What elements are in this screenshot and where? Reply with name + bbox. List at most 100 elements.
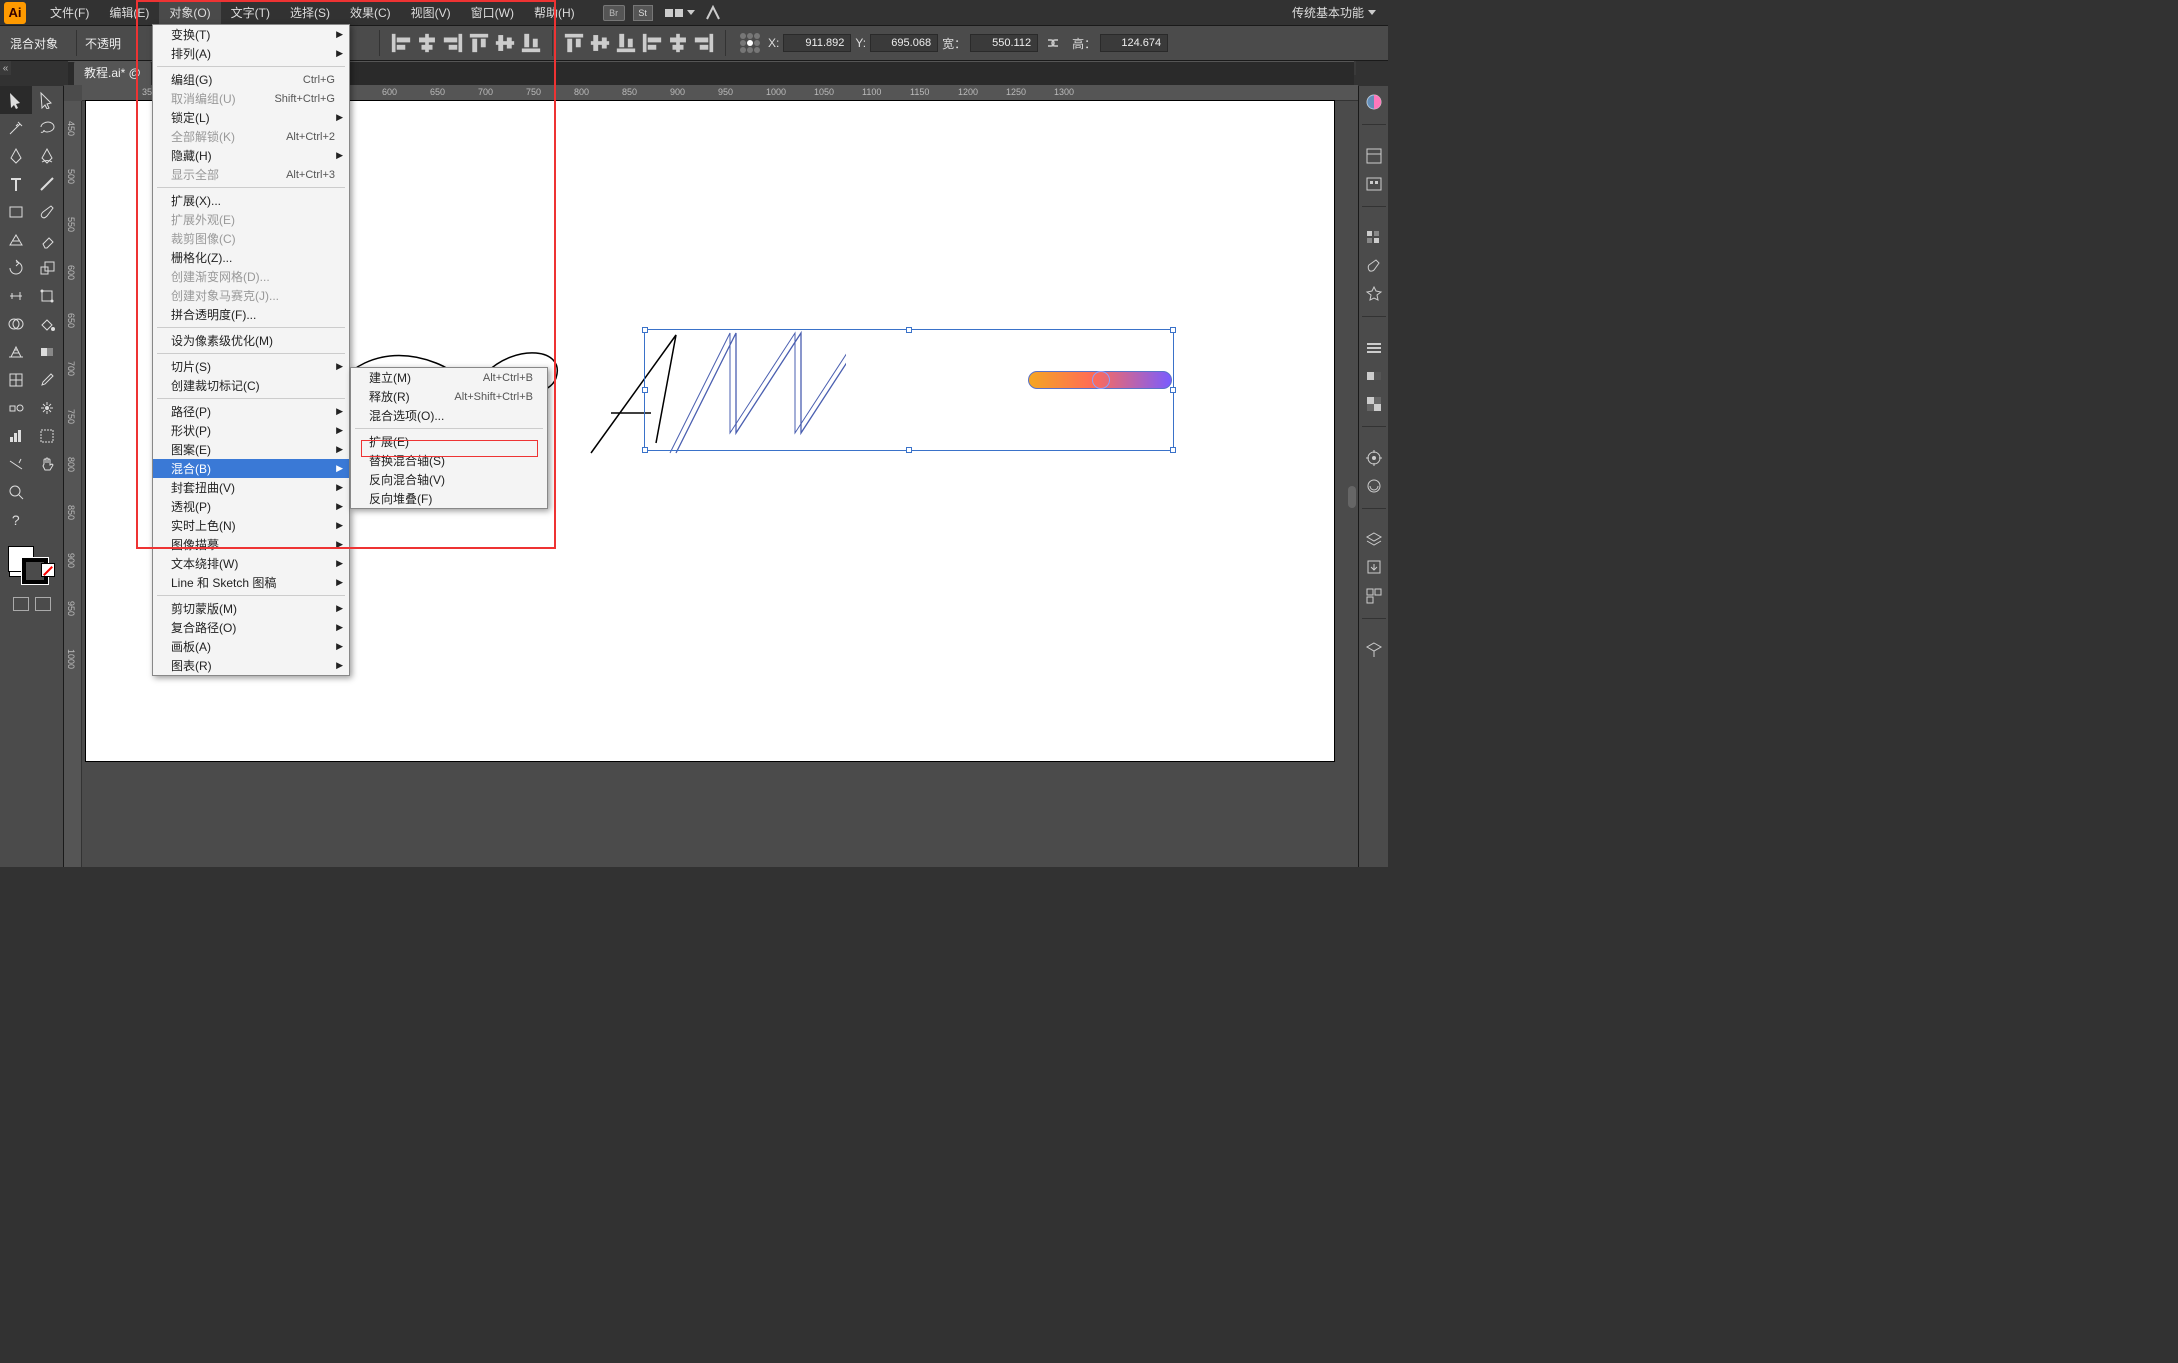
stock-button[interactable]: St	[633, 5, 653, 21]
menu-item[interactable]: 复合路径(O)▶	[153, 618, 349, 637]
align-r-button[interactable]	[442, 32, 464, 54]
brushes-panel-icon[interactable]	[1364, 256, 1384, 276]
opacity-label[interactable]: 不透明	[85, 35, 121, 52]
handle-icon[interactable]	[642, 387, 648, 393]
menu-帮助[interactable]: 帮助(H)	[524, 0, 585, 25]
rectangle-tool[interactable]	[0, 198, 32, 226]
menu-item[interactable]: 排列(A)▶	[153, 44, 349, 63]
align-hc-button[interactable]	[416, 32, 438, 54]
menu-视图[interactable]: 视图(V)	[401, 0, 461, 25]
h-field[interactable]: 124.674	[1100, 34, 1168, 52]
symbols-panel-icon[interactable]	[1364, 284, 1384, 304]
menu-item[interactable]: 变换(T)▶	[153, 25, 349, 44]
libraries-panel-icon[interactable]	[1364, 174, 1384, 194]
menu-文字[interactable]: 文字(T)	[221, 0, 280, 25]
menu-效果[interactable]: 效果(C)	[340, 0, 401, 25]
edit-toolbar[interactable]: ?	[0, 506, 32, 534]
gpu-icon[interactable]	[705, 5, 721, 21]
menu-item[interactable]: 画板(A)▶	[153, 637, 349, 656]
menu-item[interactable]: 图案(E)▶	[153, 440, 349, 459]
artboards-panel-icon[interactable]	[1364, 586, 1384, 606]
perspective-grid-tool[interactable]	[0, 338, 32, 366]
free-transform-tool[interactable]	[32, 282, 64, 310]
submenu-item[interactable]: 释放(R)Alt+Shift+Ctrl+B	[351, 387, 547, 406]
menu-item[interactable]: 剪切蒙版(M)▶	[153, 599, 349, 618]
menu-item[interactable]: 图表(R)▶	[153, 656, 349, 675]
menu-item[interactable]: 文本绕排(W)▶	[153, 554, 349, 573]
submenu-item[interactable]: 混合选项(O)...	[351, 406, 547, 425]
shape-builder-tool[interactable]	[0, 310, 32, 338]
handle-icon[interactable]	[906, 327, 912, 333]
layers-panel-icon[interactable]	[1364, 530, 1384, 550]
panel-resize-handle[interactable]	[1348, 486, 1356, 508]
handle-icon[interactable]	[1170, 387, 1176, 393]
distribute-r-button[interactable]	[693, 32, 715, 54]
width-tool[interactable]	[0, 282, 32, 310]
menu-文件[interactable]: 文件(F)	[40, 0, 99, 25]
lasso-tool[interactable]	[32, 114, 64, 142]
y-field[interactable]: 695.068	[870, 34, 938, 52]
menu-item[interactable]: 路径(P)▶	[153, 402, 349, 421]
live-paint-tool[interactable]	[32, 310, 64, 338]
distribute-vc-button[interactable]	[589, 32, 611, 54]
graphic-styles-panel-icon[interactable]	[1364, 476, 1384, 496]
hand-tool[interactable]	[32, 450, 64, 478]
mesh-tool[interactable]	[0, 366, 32, 394]
link-wh-icon[interactable]	[1044, 36, 1062, 50]
menu-对象[interactable]: 对象(O)	[159, 0, 220, 25]
screen-mode-row[interactable]	[0, 594, 63, 614]
menu-item[interactable]: 形状(P)▶	[153, 421, 349, 440]
distribute-b-button[interactable]	[615, 32, 637, 54]
align-vc-button[interactable]	[494, 32, 516, 54]
type-tool[interactable]	[0, 170, 32, 198]
selection-tool[interactable]	[0, 86, 32, 114]
menu-选择[interactable]: 选择(S)	[280, 0, 340, 25]
menu-item[interactable]: 切片(S)▶	[153, 357, 349, 376]
rotate-tool[interactable]	[0, 254, 32, 282]
menu-item[interactable]: 透视(P)▶	[153, 497, 349, 516]
menu-item[interactable]: 封套扭曲(V)▶	[153, 478, 349, 497]
appearance-panel-icon[interactable]	[1364, 448, 1384, 468]
expand-left-icon[interactable]: «	[0, 61, 11, 75]
workspace-switcher[interactable]: 传统基本功能	[1292, 4, 1376, 21]
handle-icon[interactable]	[906, 447, 912, 453]
align-l-button[interactable]	[390, 32, 412, 54]
scale-tool[interactable]	[32, 254, 64, 282]
menu-item[interactable]: 隐藏(H)▶	[153, 146, 349, 165]
document-tab[interactable]: 教程.ai* @	[74, 60, 151, 85]
curvature-tool[interactable]	[32, 142, 64, 170]
distribute-t-button[interactable]	[563, 32, 585, 54]
submenu-item[interactable]: 反向堆叠(F)	[351, 489, 547, 508]
submenu-item[interactable]: 建立(M)Alt+Ctrl+B	[351, 368, 547, 387]
gradient-tool[interactable]	[32, 338, 64, 366]
swatches-panel-icon[interactable]	[1364, 228, 1384, 248]
menu-item[interactable]: 拼合透明度(F)...	[153, 305, 349, 324]
menu-item[interactable]: 锁定(L)▶	[153, 108, 349, 127]
column-graph-tool[interactable]	[0, 422, 32, 450]
direct-selection-tool[interactable]	[32, 86, 64, 114]
shaper-tool[interactable]	[0, 226, 32, 254]
w-field[interactable]: 550.112	[970, 34, 1038, 52]
handle-icon[interactable]	[642, 327, 648, 333]
menu-item[interactable]: 设为像素级优化(M)	[153, 331, 349, 350]
x-field[interactable]: 911.892	[783, 34, 851, 52]
transparency-panel-icon[interactable]	[1364, 394, 1384, 414]
bridge-button[interactable]: Br	[603, 5, 625, 21]
align-t-button[interactable]	[468, 32, 490, 54]
handle-icon[interactable]	[1170, 327, 1176, 333]
paintbrush-tool[interactable]	[32, 198, 64, 226]
asset-export-panel-icon[interactable]	[1364, 558, 1384, 578]
submenu-item[interactable]: 替换混合轴(S)	[351, 451, 547, 470]
gradient-panel-icon[interactable]	[1364, 366, 1384, 386]
menu-item[interactable]: 扩展(X)...	[153, 191, 349, 210]
menu-item[interactable]: 混合(B)▶	[153, 459, 349, 478]
menu-item[interactable]: 图像描摹▶	[153, 535, 349, 554]
slice-tool[interactable]	[0, 450, 32, 478]
submenu-item[interactable]: 反向混合轴(V)	[351, 470, 547, 489]
eraser-tool[interactable]	[32, 226, 64, 254]
menu-item[interactable]: 编组(G)Ctrl+G	[153, 70, 349, 89]
artboard-tool[interactable]	[32, 422, 64, 450]
reference-point[interactable]	[740, 33, 760, 53]
arrange-documents[interactable]	[665, 9, 695, 17]
submenu-item[interactable]: 扩展(E)	[351, 432, 547, 451]
